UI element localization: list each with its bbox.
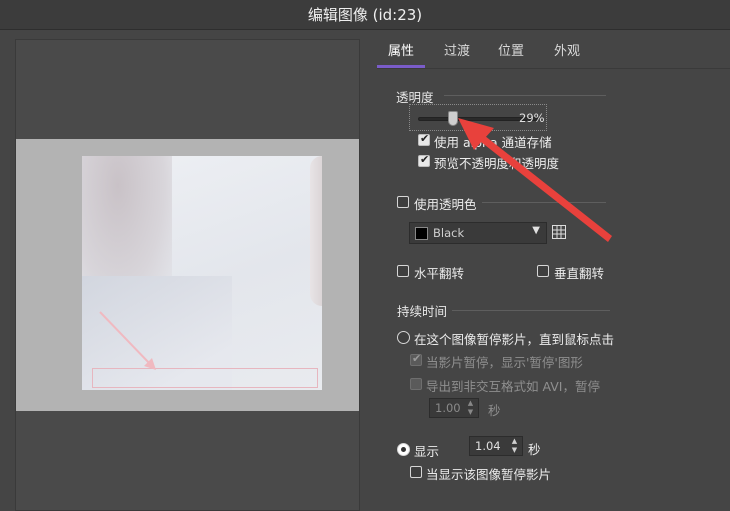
export-pause-label: 导出到非交互格式如 AVI，暂停 [426,379,600,394]
stepper-arrows-icon[interactable]: ▲ ▼ [510,437,519,455]
pause-until-click-radio[interactable] [397,331,410,344]
color-grid-icon[interactable] [552,225,566,239]
pause-until-click-label: 在这个图像暂停影片，直到鼠标点击 [414,332,615,347]
tab-position[interactable]: 位置 [493,38,529,68]
show-seconds-unit: 秒 [528,442,541,457]
tab-appearance[interactable]: 外观 [549,38,585,68]
transparent-color-checkbox[interactable] [397,196,409,208]
tab-divider [377,68,730,69]
properties-panel: 属性 过渡 位置 外观 透明度 29% 使用 alpha 通道存储 预览不透明度… [362,30,730,511]
window-title: 编辑图像 (id:23) [307,6,423,24]
tab-properties[interactable]: 属性 [377,38,425,68]
use-alpha-label: 使用 alpha 通道存储 [434,135,552,150]
window-titlebar: 编辑图像 (id:23) [0,0,730,30]
export-seconds-stepper[interactable]: 1.00 ▲ ▼ [429,398,479,418]
show-duration-label: 显示 [414,444,440,459]
tab-transition[interactable]: 过渡 [439,38,475,68]
opacity-value: 29% [519,111,545,125]
use-alpha-checkbox[interactable] [418,132,430,146]
flip-horizontal-checkbox[interactable] [397,265,409,277]
duration-divider [452,310,610,311]
show-pause-graphic-checkbox[interactable] [410,352,422,366]
show-pause-graphic-label: 当影片暂停，显示'暂停'图形 [426,355,583,370]
color-select-value: Black [433,226,465,240]
show-seconds-stepper[interactable]: 1.04 ▲ ▼ [469,436,523,456]
export-seconds-unit: 秒 [488,403,501,418]
pause-while-shown-label: 当显示该图像暂停影片 [426,467,552,482]
stepper-arrows-icon[interactable]: ▲ ▼ [466,399,475,417]
show-seconds-value: 1.04 [475,439,501,453]
opacity-divider [444,95,606,96]
transparent-color-divider [482,202,606,203]
preview-arrow-icon [99,311,156,370]
export-pause-checkbox[interactable] [410,378,422,390]
show-duration-radio[interactable] [397,443,410,456]
preview-opacity-label: 预览不透明度和透明度 [434,156,560,171]
color-swatch [415,227,428,240]
chevron-down-icon: ▼ [532,225,540,236]
flip-horizontal-label: 水平翻转 [414,266,465,281]
preview-opacity-checkbox[interactable] [418,153,430,167]
export-seconds-value: 1.00 [435,401,461,415]
pause-while-shown-checkbox[interactable] [410,466,422,478]
image-preview [82,156,322,390]
opacity-slider-thumb[interactable] [447,111,458,126]
duration-section-label: 持续时间 [397,304,448,319]
flip-vertical-label: 垂直翻转 [554,266,605,281]
transparent-color-label: 使用透明色 [414,197,477,212]
transparent-color-select[interactable]: Black ▼ [409,222,547,244]
flip-vertical-checkbox[interactable] [537,265,549,277]
